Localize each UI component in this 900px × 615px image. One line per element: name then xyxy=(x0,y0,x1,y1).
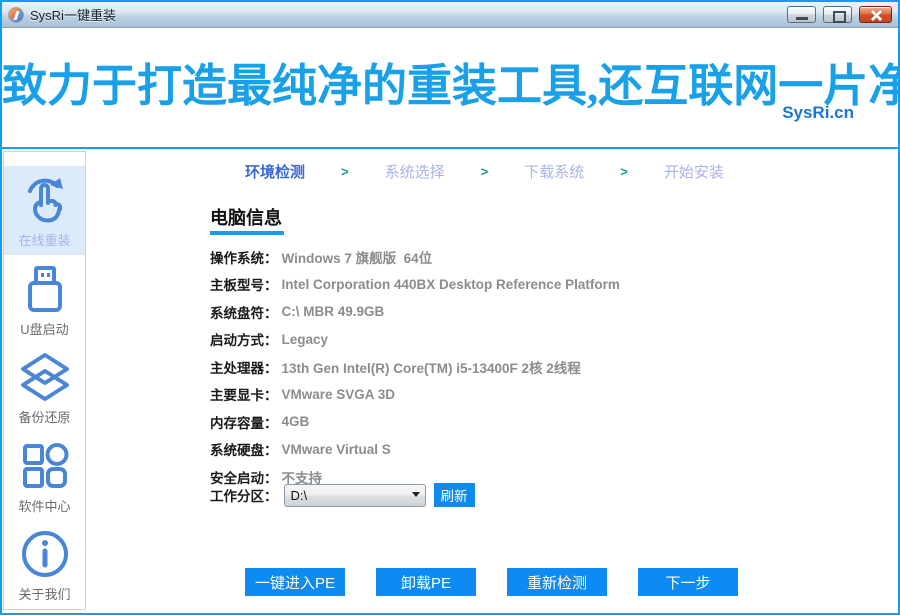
hand-refresh-icon xyxy=(17,172,73,228)
enter-pe-button[interactable]: 一键进入PE xyxy=(245,568,345,596)
info-row-motherboard: 主板型号： Intel Corporation 440BX Desktop Ref… xyxy=(210,271,620,299)
step-start-install[interactable]: 开始安装 xyxy=(664,161,724,182)
recheck-button[interactable]: 重新检测 xyxy=(507,568,607,596)
info-value: Legacy xyxy=(281,331,329,347)
sidebar-item-online-reinstall[interactable]: 在线重装 xyxy=(4,166,85,255)
section-title-underline xyxy=(210,231,284,235)
step-download-system[interactable]: 下载系统 xyxy=(524,161,584,182)
app-window: SysRi一键重装 致力于打造最纯净的重装工具,还互联网一片净土 SysRi.c… xyxy=(0,0,900,615)
backup-box-icon xyxy=(17,349,73,405)
refresh-button[interactable]: 刷新 xyxy=(433,483,475,507)
info-value: VMware SVGA 3D xyxy=(281,386,396,402)
info-label: 主板型号： xyxy=(210,278,278,294)
info-label: 系统盘符： xyxy=(210,305,278,321)
sidebar-item-about-us[interactable]: 关于我们 xyxy=(4,520,85,609)
partition-label: 工作分区： xyxy=(210,489,278,504)
info-row-os: 操作系统： Windows 7 旗舰版 64位 xyxy=(210,243,620,271)
info-row-boot-mode: 启动方式： Legacy xyxy=(210,326,620,354)
next-step-button[interactable]: 下一步 xyxy=(638,568,738,596)
info-label: 系统硬盘： xyxy=(210,443,278,459)
sidebar-item-label: U盘启动 xyxy=(20,321,69,337)
step-system-select[interactable]: 系统选择 xyxy=(385,161,445,182)
info-row-hard-disk: 系统硬盘： VMware Virtual S xyxy=(210,436,620,464)
info-value: C:\ MBR 49.9GB xyxy=(281,304,385,320)
app-grid-icon xyxy=(17,438,73,494)
info-label: 内存容量： xyxy=(210,415,278,431)
window-title: SysRi一键重装 xyxy=(30,8,116,23)
minimize-button[interactable] xyxy=(787,6,816,23)
computer-info-list: 操作系统： Windows 7 旗舰版 64位 主板型号： Intel Corpor… xyxy=(210,243,620,491)
section-title: 电脑信息 xyxy=(210,208,282,228)
slogan-text: 致力于打造最纯净的重装工具,还互联网一片净土 xyxy=(2,61,900,111)
info-label: 操作系统： xyxy=(210,250,278,266)
info-row-cpu: 主处理器： 13th Gen Intel(R) Core(TM) i5-13400… xyxy=(210,353,620,381)
info-row-system-drive: 系统盘符： C:\ MBR 49.9GB xyxy=(210,298,620,326)
info-value: VMware Virtual S xyxy=(281,441,391,457)
info-value: Windows 7 旗舰版 64位 xyxy=(281,250,433,266)
chevron-right-icon: > xyxy=(620,164,628,179)
action-button-bar: 一键进入PE 卸载PE 重新检测 下一步 xyxy=(245,568,738,596)
info-label: 主处理器： xyxy=(210,360,278,376)
site-link[interactable]: SysRi.cn xyxy=(782,103,854,123)
info-label: 启动方式： xyxy=(210,333,278,349)
step-env-check[interactable]: 环境检测 xyxy=(245,161,305,182)
sidebar: 在线重装 U盘启动 备份还原 软件中心 关于我们 xyxy=(3,151,86,610)
sidebar-item-backup-restore[interactable]: 备份还原 xyxy=(4,343,85,432)
app-logo-icon xyxy=(8,6,24,23)
info-value: 4GB xyxy=(281,414,310,430)
work-partition-row: 工作分区： D:\ 刷新 xyxy=(210,481,475,509)
usb-drive-icon xyxy=(17,261,73,317)
info-value: Intel Corporation 440BX Desktop Referenc… xyxy=(281,276,620,292)
partition-select[interactable]: D:\ xyxy=(283,483,426,507)
close-button[interactable] xyxy=(859,6,892,23)
step-navigation: 环境检测 > 系统选择 > 下载系统 > 开始安装 xyxy=(245,161,724,182)
sidebar-item-usb-boot[interactable]: U盘启动 xyxy=(4,255,85,344)
info-circle-icon xyxy=(17,526,73,582)
uninstall-pe-button[interactable]: 卸载PE xyxy=(376,568,476,596)
chevron-right-icon: > xyxy=(341,164,349,179)
maximize-button[interactable] xyxy=(823,6,852,23)
sidebar-item-label: 备份还原 xyxy=(18,410,71,426)
info-row-memory: 内存容量： 4GB xyxy=(210,408,620,436)
chevron-right-icon: > xyxy=(480,164,489,179)
sidebar-item-label: 在线重装 xyxy=(18,233,71,248)
sidebar-item-label: 关于我们 xyxy=(18,587,71,603)
main-body: 在线重装 U盘启动 备份还原 软件中心 关于我们 环境检测 > 系统选择 > 下… xyxy=(2,147,898,613)
info-value: 13th Gen Intel(R) Core(TM) i5-13400F 2核 … xyxy=(281,360,581,376)
title-bar[interactable]: SysRi一键重装 xyxy=(2,2,898,28)
header-banner: 致力于打造最纯净的重装工具,还互联网一片净土 SysRi.cn xyxy=(2,29,898,147)
partition-combobox-wrap: D:\ xyxy=(283,483,426,507)
sidebar-item-label: 软件中心 xyxy=(18,498,71,514)
info-label: 主要显卡： xyxy=(210,388,278,404)
window-controls xyxy=(787,6,892,23)
sidebar-item-software-center[interactable]: 软件中心 xyxy=(4,432,85,521)
info-row-gpu: 主要显卡： VMware SVGA 3D xyxy=(210,381,620,409)
